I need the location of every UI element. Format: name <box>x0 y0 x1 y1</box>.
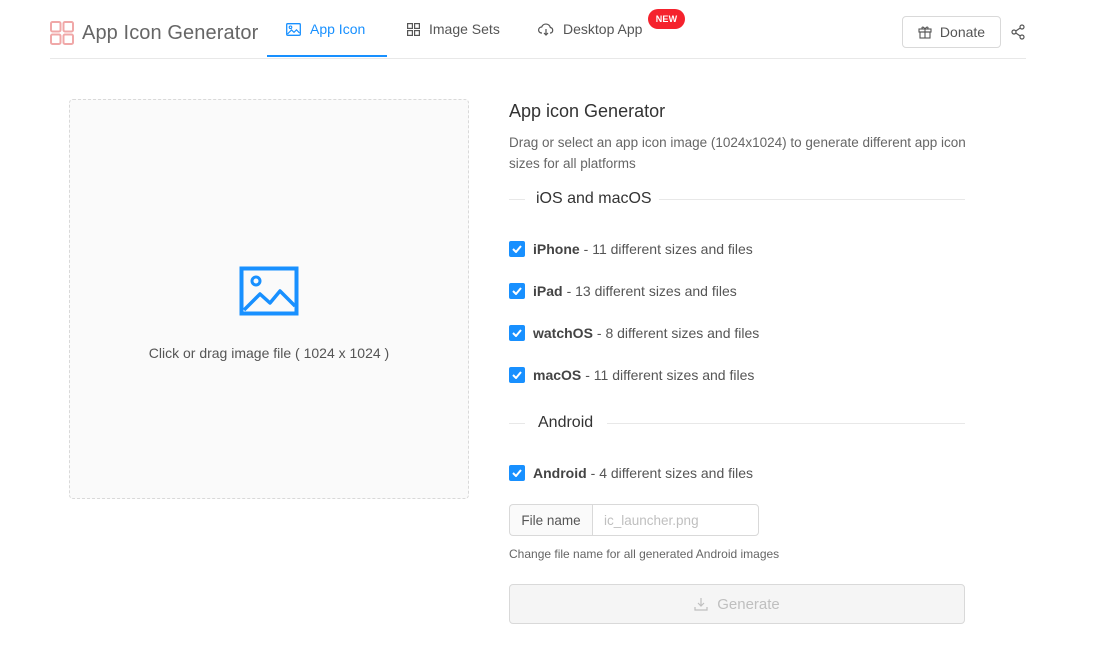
check-icon <box>512 371 522 379</box>
android-section-heading: Android <box>538 414 594 431</box>
tab-desktop-app-label: Desktop App <box>563 21 643 37</box>
gift-icon <box>918 26 932 39</box>
iphone-checkbox[interactable] <box>509 241 525 257</box>
option-android[interactable]: Android - 4 different sizes and files <box>509 464 753 482</box>
option-name: macOS <box>533 367 582 383</box>
option-detail: - 11 different sizes and files <box>585 367 755 383</box>
ipad-checkbox[interactable] <box>509 283 525 299</box>
android-section-divider: Android <box>509 412 965 434</box>
macos-checkbox[interactable] <box>509 367 525 383</box>
divider-line-right <box>659 199 965 200</box>
picture-icon <box>239 266 299 316</box>
file-name-label: File name <box>509 504 592 536</box>
option-detail: - 8 different sizes and files <box>596 325 760 341</box>
file-name-hint: Change file name for all generated Andro… <box>509 547 780 561</box>
watchos-checkbox[interactable] <box>509 325 525 341</box>
tab-image-sets[interactable]: Image Sets <box>407 0 500 58</box>
check-icon <box>512 469 522 477</box>
panel-title: App icon Generator <box>509 101 666 121</box>
app-title: App Icon Generator <box>82 21 259 44</box>
divider-line-left <box>509 423 525 424</box>
ios-section-heading: iOS and macOS <box>536 190 652 207</box>
dropzone-text: Click or drag image file ( 1024 x 1024 ) <box>148 345 390 361</box>
header-divider <box>50 58 1026 59</box>
tab-image-sets-label: Image Sets <box>429 21 500 37</box>
donate-label: Donate <box>939 24 986 40</box>
generate-button[interactable]: Generate <box>509 584 965 624</box>
grid-icon <box>407 22 420 36</box>
tab-app-icon[interactable]: App Icon <box>286 0 365 58</box>
panel-description: Drag or select an app icon image (1024x1… <box>509 135 966 171</box>
option-watchos[interactable]: watchOS - 8 different sizes and files <box>509 324 759 342</box>
option-iphone[interactable]: iPhone - 11 different sizes and files <box>509 240 753 258</box>
check-icon <box>512 287 522 295</box>
tab-app-icon-label: App Icon <box>310 21 366 37</box>
image-icon <box>286 22 301 36</box>
divider-line-right <box>607 423 965 424</box>
active-tab-indicator <box>267 55 387 57</box>
image-dropzone[interactable]: Click or drag image file ( 1024 x 1024 ) <box>69 99 469 499</box>
check-icon <box>512 245 522 253</box>
option-detail: - 11 different sizes and files <box>583 241 753 257</box>
new-badge: NEW <box>648 9 685 29</box>
generate-label: Generate <box>717 595 780 613</box>
check-icon <box>512 329 522 337</box>
grid-logo-icon <box>50 21 74 45</box>
file-name-input[interactable] <box>592 504 759 536</box>
tab-desktop-app[interactable]: Desktop App <box>538 0 642 58</box>
option-macos[interactable]: macOS - 11 different sizes and files <box>509 366 754 384</box>
cloud-download-icon <box>538 22 554 36</box>
option-name: Android <box>533 465 587 481</box>
option-ipad[interactable]: iPad - 13 different sizes and files <box>509 282 737 300</box>
option-name: iPhone <box>533 241 580 257</box>
share-icon[interactable] <box>1011 24 1025 40</box>
option-detail: - 4 different sizes and files <box>590 465 754 481</box>
option-name: iPad <box>533 283 563 299</box>
app-logo[interactable]: App Icon Generator <box>50 21 258 45</box>
option-name: watchOS <box>533 325 593 341</box>
donate-button[interactable]: Donate <box>902 16 1001 48</box>
top-header: App Icon Generator App Icon Image Sets D… <box>0 0 1093 60</box>
download-icon <box>694 598 708 611</box>
option-detail: - 13 different sizes and files <box>566 283 737 299</box>
divider-line-left <box>509 199 525 200</box>
ios-section-divider: iOS and macOS <box>509 188 965 210</box>
file-name-group: File name <box>509 504 759 536</box>
android-checkbox[interactable] <box>509 465 525 481</box>
